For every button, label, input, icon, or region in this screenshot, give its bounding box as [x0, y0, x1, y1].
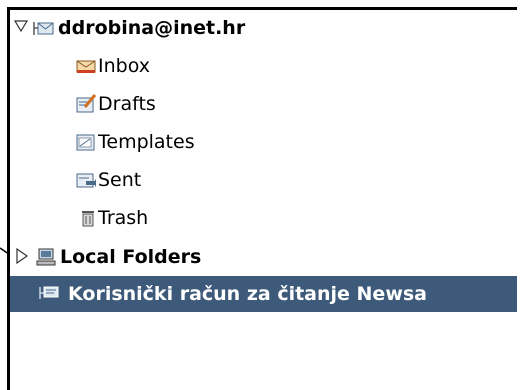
folder-label-inbox: Inbox — [98, 55, 150, 77]
mail-account-icon — [33, 22, 54, 35]
folder-item-inbox[interactable]: Inbox — [10, 48, 517, 84]
local-folders-row[interactable]: Local Folders — [10, 239, 517, 275]
news-account-icon — [39, 286, 59, 299]
expand-triangle-closed-icon[interactable] — [16, 248, 28, 264]
folder-item-sent[interactable]: Sent — [10, 162, 517, 198]
folder-item-drafts[interactable]: Drafts — [10, 86, 517, 122]
folder-label-templates: Templates — [98, 131, 195, 153]
account-name: ddrobina@inet.hr — [58, 17, 246, 39]
folder-label-trash: Trash — [98, 207, 149, 229]
local-folders-label: Local Folders — [60, 246, 202, 268]
folder-tree-pane: ddrobina@inet.hr Inbox Drafts Templates — [7, 7, 517, 390]
folder-item-trash[interactable]: Trash — [10, 200, 517, 236]
folder-label-drafts: Drafts — [98, 93, 156, 115]
drafts-icon — [76, 94, 96, 113]
local-folders-icon — [36, 248, 56, 266]
expand-triangle-open-icon[interactable] — [14, 20, 28, 32]
news-account-label: Korisnički račun za čitanje Newsa — [68, 283, 428, 305]
news-account-row[interactable]: Korisnički račun za čitanje Newsa — [10, 276, 517, 312]
folder-label-sent: Sent — [98, 169, 142, 191]
account-row[interactable]: ddrobina@inet.hr — [10, 10, 517, 46]
trash-icon — [82, 211, 94, 227]
sent-icon — [76, 173, 96, 188]
templates-icon — [76, 134, 95, 151]
inbox-icon — [76, 60, 96, 73]
folder-item-templates[interactable]: Templates — [10, 124, 517, 160]
